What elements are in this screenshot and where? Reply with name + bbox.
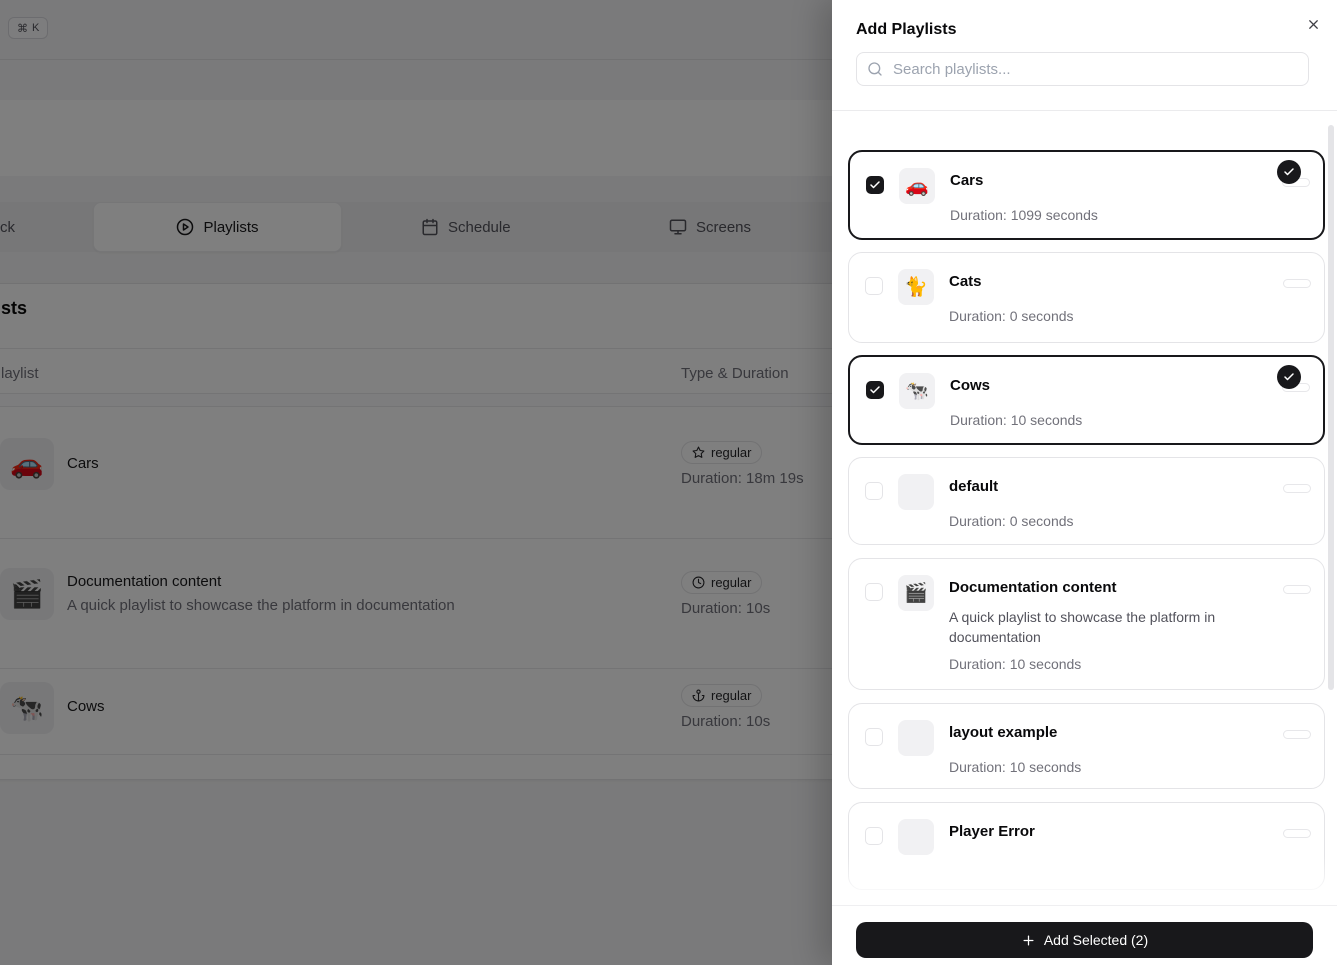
playlist-option-layout-example[interactable]: layout example Duration: 10 seconds — [848, 703, 1325, 789]
playlist-title: Cows — [950, 377, 991, 394]
modal-title: Add Playlists — [856, 21, 957, 38]
playlist-option-documentation-content[interactable]: 🎬 Documentation content A quick playlist… — [848, 558, 1325, 690]
modal-footer: Add Selected (2) — [832, 905, 1337, 965]
search-input[interactable] — [891, 59, 1298, 79]
playlist-option-default[interactable]: default Duration: 0 seconds — [848, 457, 1325, 545]
playlist-duration: Duration: 10 seconds — [950, 412, 1083, 428]
car-emoji: 🚗 — [905, 175, 929, 197]
drag-handle[interactable] — [1283, 730, 1311, 739]
playlist-title: layout example — [949, 724, 1058, 741]
playlist-description: A quick playlist to showcase the platfor… — [949, 609, 1216, 645]
playlist-thumbnail — [898, 474, 934, 510]
search-box — [856, 52, 1309, 86]
playlist-option-cars[interactable]: 🚗 Cars Duration: 1099 seconds — [848, 150, 1325, 240]
playlist-title: Cats — [949, 273, 982, 290]
checkbox-checked[interactable] — [866, 381, 884, 399]
selected-check-badge — [1277, 160, 1301, 184]
checkbox-unchecked[interactable] — [865, 482, 883, 500]
playlist-duration: Duration: 10 seconds — [949, 656, 1082, 672]
playlist-thumbnail: 🎬 — [898, 575, 934, 611]
playlist-duration: Duration: 1099 seconds — [950, 207, 1098, 223]
playlist-thumbnail: 🐄 — [899, 373, 935, 409]
close-button[interactable] — [1301, 12, 1325, 36]
drag-handle[interactable] — [1283, 585, 1311, 594]
add-selected-label: Add Selected (2) — [1043, 932, 1149, 948]
playlist-title: Documentation content — [949, 579, 1117, 596]
playlist-title: Cars — [950, 172, 984, 189]
cow-emoji: 🐄 — [905, 380, 929, 402]
cat-emoji: 🐈 — [904, 276, 928, 298]
divider — [832, 110, 1337, 111]
plus-icon — [1021, 933, 1036, 948]
clapper-emoji: 🎬 — [904, 582, 928, 604]
selected-check-badge — [1277, 365, 1301, 389]
search-icon — [867, 61, 883, 77]
drag-handle[interactable] — [1283, 484, 1311, 493]
checkbox-unchecked[interactable] — [865, 827, 883, 845]
close-icon — [1306, 17, 1321, 32]
drag-handle[interactable] — [1283, 279, 1311, 288]
playlist-thumbnail — [898, 720, 934, 756]
playlist-title: Player Error — [949, 823, 1035, 840]
list-bottom-fade — [833, 856, 1327, 906]
checkbox-unchecked[interactable] — [865, 277, 883, 295]
playlist-duration: Duration: 0 seconds — [949, 513, 1074, 529]
playlist-duration: Duration: 0 seconds — [949, 308, 1074, 324]
drag-handle[interactable] — [1283, 829, 1311, 838]
playlist-option-cats[interactable]: 🐈 Cats Duration: 0 seconds — [848, 252, 1325, 343]
playlist-thumbnail — [898, 819, 934, 855]
playlist-title: default — [949, 478, 999, 495]
playlist-thumbnail: 🐈 — [898, 269, 934, 305]
add-selected-button[interactable]: Add Selected (2) — [856, 922, 1313, 958]
playlist-thumbnail: 🚗 — [899, 168, 935, 204]
checkbox-unchecked[interactable] — [865, 583, 883, 601]
add-playlists-modal: Add Playlists 🚗 Cars Duration: 1099 seco… — [832, 0, 1337, 965]
playlist-option-cows[interactable]: 🐄 Cows Duration: 10 seconds — [848, 355, 1325, 445]
checkbox-checked[interactable] — [866, 176, 884, 194]
app-root: ⌘ K tor Group Emergency Broadcast Ticker… — [0, 0, 1337, 965]
playlist-duration: Duration: 10 seconds — [949, 759, 1082, 775]
checkbox-unchecked[interactable] — [865, 728, 883, 746]
scrollbar-thumb[interactable] — [1328, 125, 1334, 690]
